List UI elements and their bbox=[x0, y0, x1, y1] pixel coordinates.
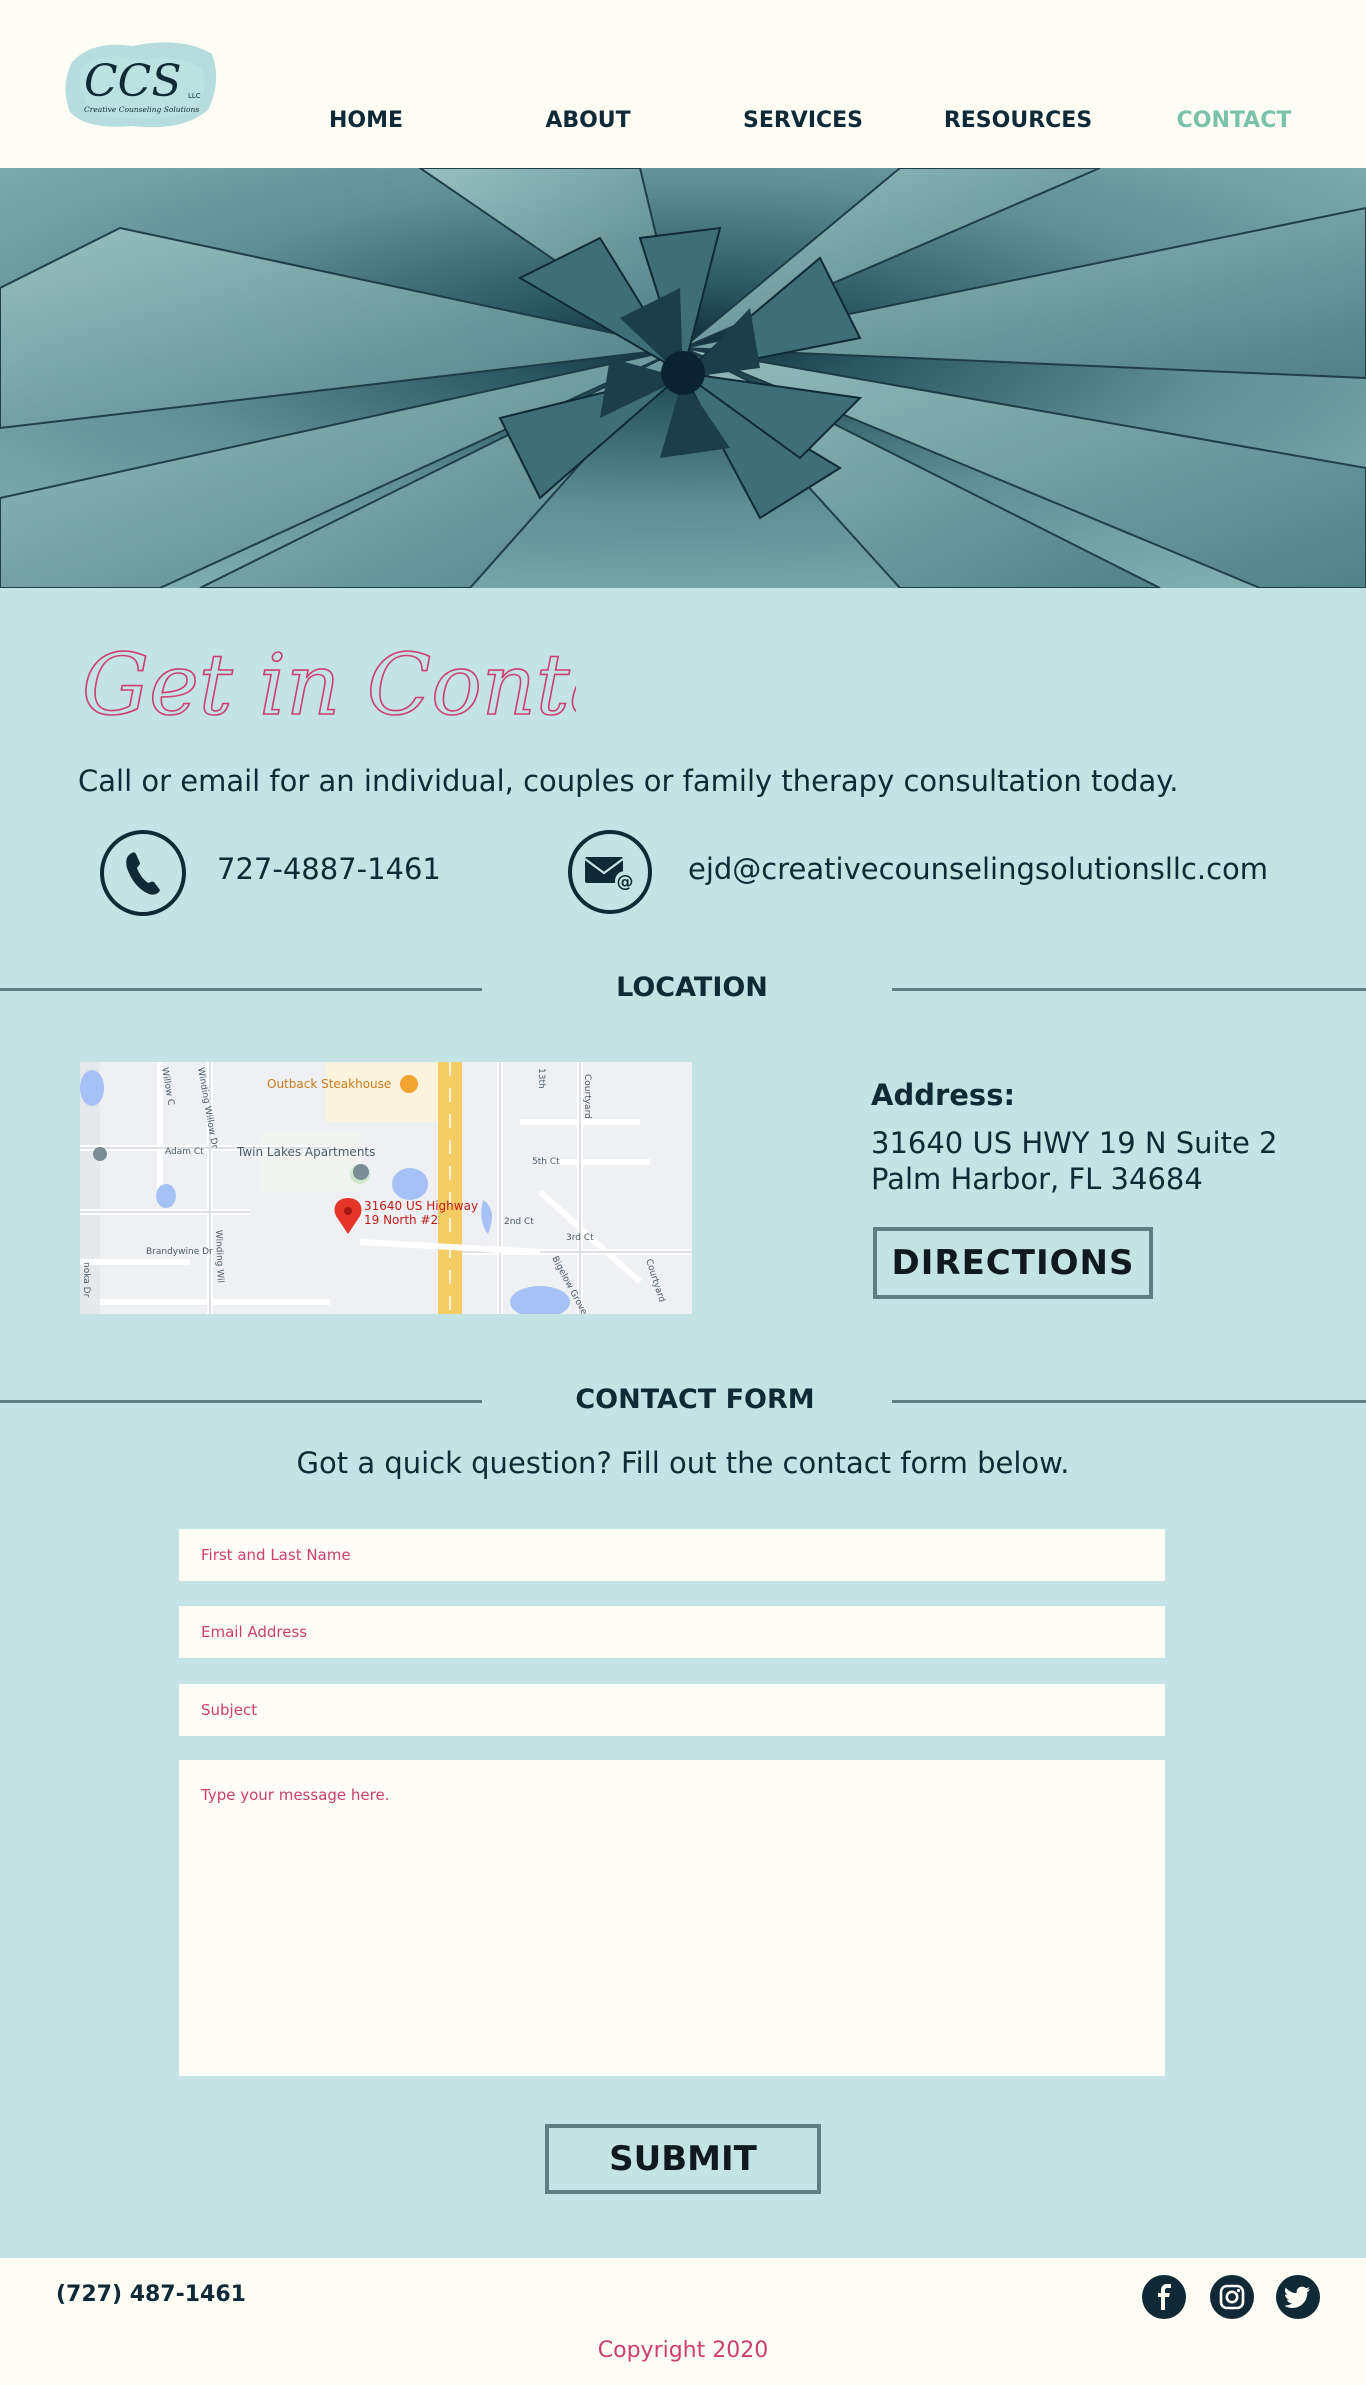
form-intro: Got a quick question? Fill out the conta… bbox=[296, 1446, 1070, 1480]
message-field[interactable] bbox=[179, 1760, 1165, 2076]
instagram-icon[interactable] bbox=[1210, 2275, 1254, 2319]
map-label-apartments: Twin Lakes Apartments bbox=[236, 1145, 375, 1159]
nav-about[interactable]: ABOUT bbox=[545, 108, 630, 133]
form-divider-right bbox=[892, 1400, 1366, 1403]
map-label-thirteenth: 13th bbox=[536, 1068, 546, 1089]
facebook-icon[interactable] bbox=[1142, 2275, 1186, 2319]
nav-home[interactable]: HOME bbox=[329, 108, 403, 133]
name-field[interactable] bbox=[179, 1529, 1165, 1581]
address-line-1: 31640 US HWY 19 N Suite 2 bbox=[871, 1126, 1278, 1160]
map-label-winding-2: Winding Wil bbox=[213, 1230, 225, 1283]
email-icon[interactable]: @ bbox=[568, 830, 652, 914]
email-field[interactable] bbox=[179, 1606, 1165, 1658]
location-divider-right bbox=[892, 988, 1366, 991]
email-address[interactable]: ejd@creativecounselingsolutionsllc.com bbox=[688, 852, 1268, 886]
nav-contact[interactable]: CONTACT bbox=[1177, 108, 1292, 133]
location-map[interactable]: Outback Steakhouse Twin Lakes Apartments… bbox=[80, 1062, 692, 1314]
contact-title: Get in Contact bbox=[76, 612, 701, 752]
submit-button[interactable]: SUBMIT bbox=[545, 2124, 821, 2194]
map-label-adam: Adam Ct bbox=[165, 1147, 204, 1157]
form-title: CONTACT FORM bbox=[575, 1384, 815, 1415]
svg-text:@: @ bbox=[617, 872, 634, 892]
subject-field[interactable] bbox=[179, 1684, 1165, 1736]
address-label: Address: bbox=[871, 1078, 1016, 1112]
map-pin-label-2: 19 North #2 bbox=[364, 1213, 438, 1227]
directions-button[interactable]: DIRECTIONS bbox=[873, 1227, 1153, 1299]
map-label-okanoka: noka Dr bbox=[81, 1262, 91, 1298]
contact-title-text: Get in Contact bbox=[82, 636, 576, 734]
logo-text: CCS bbox=[84, 56, 181, 107]
nav-resources[interactable]: RESOURCES bbox=[944, 108, 1092, 133]
site-header: CCS LLC Creative Counseling Solutions HO… bbox=[0, 0, 1366, 168]
form-divider-left bbox=[0, 1400, 482, 1403]
footer-phone[interactable]: (727) 487-1461 bbox=[56, 2282, 246, 2307]
phone-icon[interactable] bbox=[100, 830, 186, 916]
location-title: LOCATION bbox=[616, 972, 768, 1003]
map-label-brandywine: Brandywine Dr bbox=[146, 1247, 213, 1257]
hero-succulent-image bbox=[0, 168, 1366, 588]
nav-services[interactable]: SERVICES bbox=[743, 108, 863, 133]
map-label-fifth: 5th Ct bbox=[532, 1157, 560, 1167]
map-pin-label-1: 31640 US Highway bbox=[364, 1199, 478, 1213]
address-line-2: Palm Harbor, FL 34684 bbox=[871, 1162, 1203, 1196]
main-nav: HOME ABOUT SERVICES RESOURCES CONTACT bbox=[0, 108, 1366, 138]
twitter-icon[interactable] bbox=[1276, 2275, 1320, 2319]
map-label-second: 2nd Ct bbox=[504, 1217, 534, 1227]
logo-llc: LLC bbox=[188, 92, 201, 100]
map-label-courtyard-1: Courtyard bbox=[582, 1074, 592, 1119]
copyright: Copyright 2020 bbox=[597, 2338, 769, 2363]
map-label-restaurant: Outback Steakhouse bbox=[267, 1077, 391, 1091]
map-label-third: 3rd Ct bbox=[566, 1233, 594, 1243]
location-divider-left bbox=[0, 988, 482, 991]
phone-number[interactable]: 727-4887-1461 bbox=[217, 852, 441, 886]
contact-intro: Call or email for an individual, couples… bbox=[78, 764, 1179, 798]
